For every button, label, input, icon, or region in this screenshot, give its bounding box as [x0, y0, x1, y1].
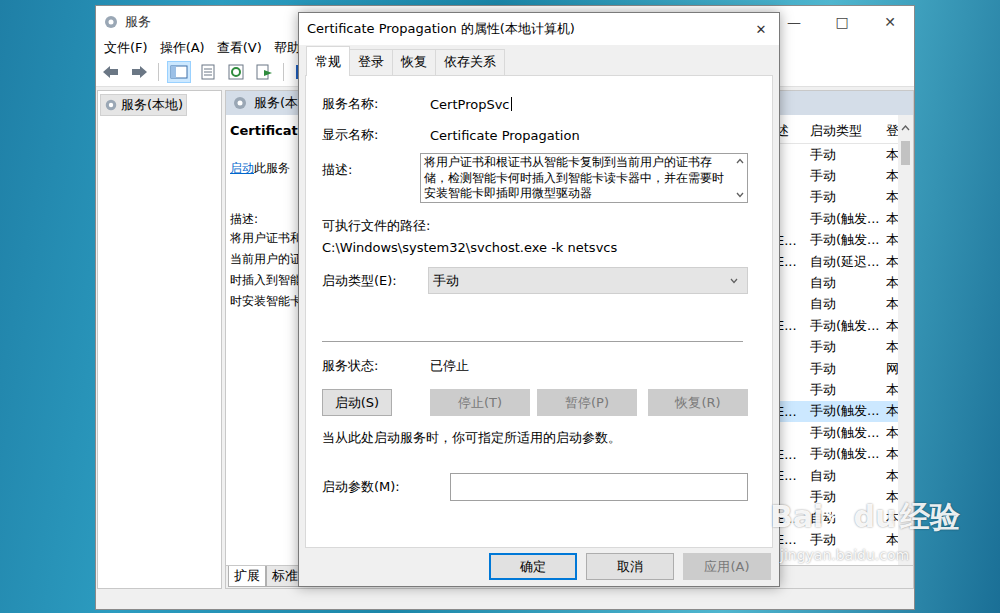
service-row[interactable]: 自动本: [766, 272, 898, 293]
service-status-label: 服务状态:: [322, 357, 430, 375]
service-row[interactable]: E...手动(触发...本: [766, 443, 898, 464]
dialog-tab[interactable]: 常规: [306, 46, 350, 76]
services-list: 述启动类型登手动本手动本手动本手动(触发...本E...手动(触发...本E..…: [766, 115, 898, 565]
service-row[interactable]: 自动本: [766, 294, 898, 315]
service-row[interactable]: E...自动本: [766, 508, 898, 529]
general-tab-panel: 服务名称:CertPropSvc显示名称:Certificate Propaga…: [305, 75, 773, 548]
tree-item[interactable]: 服务(本地): [100, 94, 187, 116]
service-name-label: 服务名称:: [322, 95, 430, 113]
startup-type-select[interactable]: 手动: [428, 267, 748, 294]
console-tree-icon[interactable]: [167, 61, 191, 83]
service-control-button[interactable]: 启动(S): [322, 389, 392, 416]
dialog-tab[interactable]: 恢复: [392, 49, 436, 75]
startup-type-label: 启动类型(E):: [322, 272, 430, 290]
forward-arrow-icon[interactable]: [128, 62, 150, 82]
console-tree: 服务(本地): [97, 90, 222, 589]
service-control-button: 暂停(P): [537, 389, 637, 416]
service-row[interactable]: 手动本: [766, 165, 898, 186]
service-row[interactable]: 手动本: [766, 379, 898, 400]
window-title: 服务: [125, 13, 151, 31]
service-row[interactable]: E...自动(延迟...本: [766, 251, 898, 272]
service-row[interactable]: 手动本: [766, 337, 898, 358]
properties-icon[interactable]: [197, 62, 219, 82]
service-row[interactable]: 手动(触发...本: [766, 422, 898, 443]
path-label: 可执行文件的路径:: [322, 217, 748, 235]
close-button[interactable]: ✕: [743, 22, 779, 37]
display-name-label: 显示名称:: [322, 126, 430, 144]
scroll-thumb[interactable]: [901, 141, 910, 165]
services-gear-icon: [104, 98, 118, 112]
services-gear-icon: [232, 95, 248, 111]
dialog-title-bar: Certificate Propagation 的属性(本地计算机)✕: [299, 13, 779, 45]
description-box[interactable]: 将用户证书和根证书从智能卡复制到当前用户的证书存储，检测智能卡何时插入到智能卡读…: [420, 153, 748, 203]
dialog-footer: 确定取消应用(A): [299, 548, 779, 580]
service-row[interactable]: 手动(触发...本: [766, 208, 898, 229]
start-service-link[interactable]: 启动: [230, 161, 254, 175]
service-control-button: 恢复(R): [648, 389, 748, 416]
watermark: Baidu经验jingyan.baidu.com: [770, 500, 960, 563]
services-gear-icon: [103, 14, 119, 30]
dialog-button[interactable]: 确定: [489, 553, 577, 580]
scroll-up-icon[interactable]: [898, 121, 913, 135]
dialog-button[interactable]: 取消: [586, 553, 674, 580]
service-row[interactable]: 手动本: [766, 486, 898, 507]
start-params-input[interactable]: [450, 473, 748, 501]
service-name-value[interactable]: CertPropSvc: [430, 97, 512, 112]
start-params-hint: 当从此处启动服务时，你可指定所适用的启动参数。: [322, 429, 748, 447]
back-arrow-icon[interactable]: [100, 62, 122, 82]
refresh-icon[interactable]: [225, 62, 247, 82]
service-status-value: 已停止: [430, 357, 469, 375]
menu-item[interactable]: 查看(V): [211, 39, 268, 57]
service-row[interactable]: E...手动(触发...本: [766, 315, 898, 336]
export-list-icon[interactable]: [253, 62, 275, 82]
service-control-button: 停止(T): [430, 389, 530, 416]
service-control-buttons: 启动(S) 停止(T) 暂停(P) 恢复(R): [322, 389, 748, 416]
dialog-tabs: 常规登录恢复依存关系: [299, 45, 779, 75]
menu-item[interactable]: 操作(A): [154, 39, 211, 57]
service-row[interactable]: E...手动本: [766, 529, 898, 550]
service-row[interactable]: 手动网: [766, 358, 898, 379]
service-row[interactable]: E...手动(触发...本: [766, 230, 898, 251]
paw-icon: [823, 502, 853, 532]
scroll-down-icon[interactable]: [735, 191, 745, 199]
properties-dialog: Certificate Propagation 的属性(本地计算机)✕常规登录恢…: [298, 12, 780, 587]
service-row[interactable]: 手动本: [766, 187, 898, 208]
dialog-button: 应用(A): [683, 553, 771, 580]
dropdown-chevron-icon: [729, 277, 739, 285]
scroll-up-icon[interactable]: [735, 157, 745, 165]
column-header[interactable]: 启动类型: [806, 122, 884, 140]
dialog-tab[interactable]: 依存关系: [435, 49, 505, 75]
status-bar: [96, 589, 914, 609]
service-row[interactable]: E...自动本: [766, 465, 898, 486]
view-tab[interactable]: 扩展: [228, 566, 266, 587]
description-label: 描述:: [322, 153, 425, 179]
dialog-tab[interactable]: 登录: [349, 49, 393, 75]
window-control-button[interactable]: ✕: [866, 14, 914, 30]
column-header[interactable]: 登: [884, 122, 898, 140]
service-row[interactable]: 手动本: [766, 144, 898, 165]
display-name-value: Certificate Propagation: [430, 128, 580, 143]
window-control-button[interactable]: □: [818, 14, 866, 30]
desktop: 服务—□✕文件(F)操作(A)查看(V)帮助服务(本地)服务(本Certific…: [0, 0, 1000, 613]
dialog-title: Certificate Propagation 的属性(本地计算机): [307, 20, 743, 38]
menu-item[interactable]: 文件(F): [98, 39, 154, 57]
service-row[interactable]: E...手动(触发...本: [766, 401, 898, 422]
list-scrollbar[interactable]: [898, 115, 913, 565]
start-params-label: 启动参数(M):: [322, 478, 450, 496]
path-value: C:\Windows\system32\svchost.exe -k netsv…: [322, 240, 748, 255]
list-header: 述启动类型登: [766, 119, 898, 144]
separator: [322, 341, 743, 342]
